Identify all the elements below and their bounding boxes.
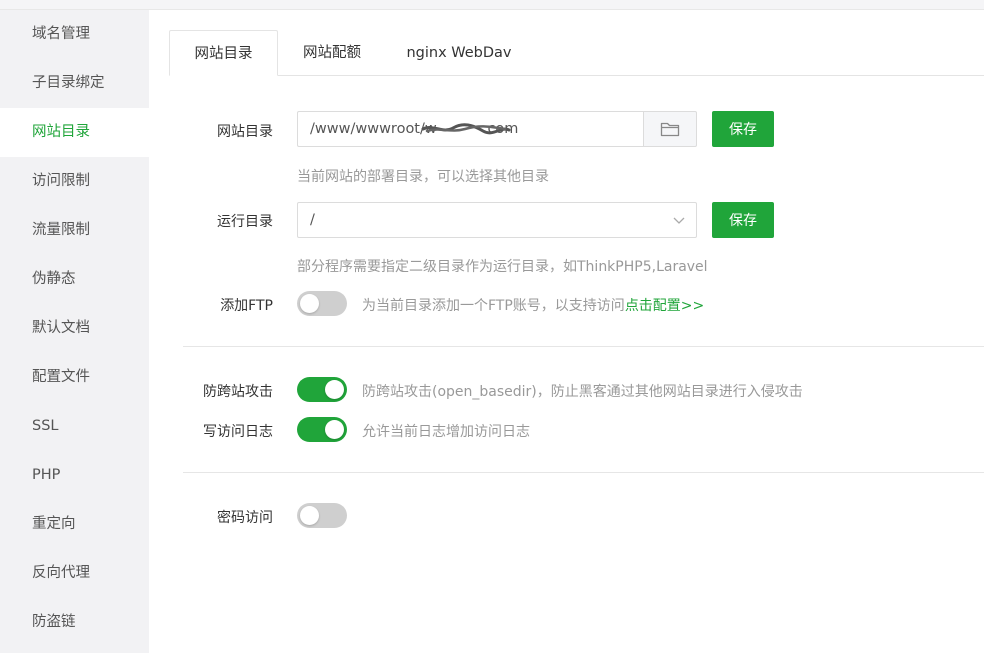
sidebar-item-ssl[interactable]: SSL xyxy=(0,402,149,451)
sidebar-item-access-limit[interactable]: 访问限制 xyxy=(0,157,149,206)
password-access-toggle[interactable] xyxy=(297,503,347,528)
site-dir-hint: 当前网站的部署目录，可以选择其他目录 xyxy=(297,169,549,185)
redaction-scribble xyxy=(421,123,511,135)
tab-site-dir[interactable]: 网站目录 xyxy=(169,30,278,76)
ftp-label: 添加FTP xyxy=(220,298,273,314)
anti-xss-hint: 防跨站攻击(open_basedir)，防止黑客通过其他网站目录进行入侵攻击 xyxy=(362,384,803,400)
tab-bar: 网站目录 网站配额 nginx WebDav xyxy=(149,10,984,76)
divider xyxy=(183,346,984,347)
toggle-knob xyxy=(325,420,344,439)
access-log-label: 写访问日志 xyxy=(203,424,273,440)
site-dir-label: 网站目录 xyxy=(217,124,273,140)
save-site-dir-button[interactable]: 保存 xyxy=(712,111,774,147)
sidebar-item-traffic-limit[interactable]: 流量限制 xyxy=(0,206,149,255)
sidebar-item-subdir-binding[interactable]: 子目录绑定 xyxy=(0,59,149,108)
sidebar: 域名管理 子目录绑定 网站目录 访问限制 流量限制 伪静态 默认文档 配置文件 … xyxy=(0,10,149,653)
sidebar-item-redirect[interactable]: 重定向 xyxy=(0,500,149,549)
chevron-down-icon xyxy=(673,217,685,224)
run-dir-label: 运行目录 xyxy=(217,214,273,230)
toggle-knob xyxy=(300,294,319,313)
main-panel: 网站目录 网站配额 nginx WebDav 网站目录 保存 当前网站的部署目录… xyxy=(149,10,984,653)
run-dir-hint: 部分程序需要指定二级目录作为运行目录，如ThinkPHP5,Laravel xyxy=(297,259,708,275)
folder-icon xyxy=(660,122,680,137)
anti-xss-toggle[interactable] xyxy=(297,377,347,402)
sidebar-item-hotlink[interactable]: 防盗链 xyxy=(0,598,149,647)
password-access-label: 密码访问 xyxy=(217,510,273,526)
access-log-toggle[interactable] xyxy=(297,417,347,442)
sidebar-item-site-dir[interactable]: 网站目录 xyxy=(0,108,149,157)
access-log-hint: 允许当前日志增加访问日志 xyxy=(362,424,530,440)
sidebar-item-rewrite[interactable]: 伪静态 xyxy=(0,255,149,304)
ftp-hint-text: 为当前目录添加一个FTP账号，以支持访问 xyxy=(362,298,625,314)
run-dir-selected-value: / xyxy=(310,212,315,228)
sidebar-item-config-file[interactable]: 配置文件 xyxy=(0,353,149,402)
anti-xss-label: 防跨站攻击 xyxy=(203,384,273,400)
run-dir-select[interactable]: / xyxy=(297,202,697,238)
sidebar-item-default-doc[interactable]: 默认文档 xyxy=(0,304,149,353)
sidebar-item-domain[interactable]: 域名管理 xyxy=(0,10,149,59)
ftp-hint: 为当前目录添加一个FTP账号，以支持访问点击配置>> xyxy=(362,295,704,315)
divider xyxy=(183,472,984,473)
toggle-knob xyxy=(325,380,344,399)
save-run-dir-button[interactable]: 保存 xyxy=(712,202,774,238)
sidebar-item-reverse-proxy[interactable]: 反向代理 xyxy=(0,549,149,598)
browse-folder-button[interactable] xyxy=(643,111,697,147)
tab-site-quota[interactable]: 网站配额 xyxy=(283,30,381,76)
ftp-toggle[interactable] xyxy=(297,291,347,316)
toggle-knob xyxy=(300,506,319,525)
tab-nginx-webdav[interactable]: nginx WebDav xyxy=(389,30,529,76)
ftp-config-link[interactable]: 点击配置>> xyxy=(625,298,704,314)
top-bar xyxy=(0,0,984,10)
sidebar-item-php[interactable]: PHP xyxy=(0,451,149,500)
